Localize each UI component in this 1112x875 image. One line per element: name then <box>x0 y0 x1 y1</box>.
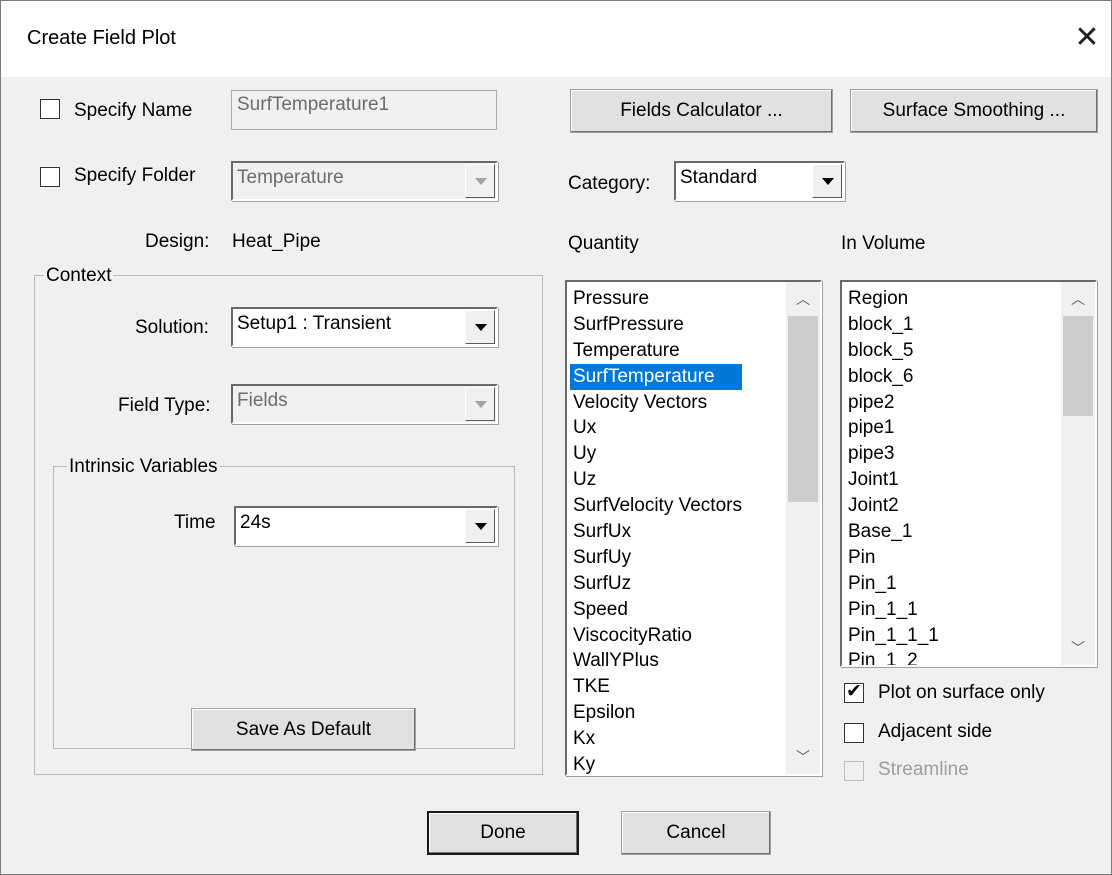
list-item[interactable]: Temperature <box>570 338 742 364</box>
list-item[interactable]: Region <box>845 286 939 312</box>
scroll-down-icon[interactable]: ﹀ <box>1061 635 1095 661</box>
close-icon[interactable]: ✕ <box>1071 19 1103 57</box>
list-item[interactable]: TKE <box>570 674 742 700</box>
chevron-down-icon[interactable] <box>465 387 495 421</box>
solution-label: Solution: <box>135 317 209 338</box>
field-type-select[interactable]: Fields <box>231 384 498 424</box>
list-item[interactable]: block_6 <box>845 364 939 390</box>
quantity-scrollbar[interactable]: ︿ ﹀ <box>786 282 820 774</box>
list-item[interactable]: SurfPressure <box>570 312 742 338</box>
list-item[interactable]: Uz <box>570 467 742 493</box>
chevron-down-icon[interactable] <box>465 164 495 198</box>
scroll-thumb[interactable] <box>1063 316 1093 416</box>
list-item[interactable]: block_5 <box>845 338 939 364</box>
list-item[interactable]: SurfTemperature <box>570 363 742 390</box>
scroll-up-icon[interactable]: ︿ <box>1061 286 1095 312</box>
list-item[interactable]: Base_1 <box>845 519 939 545</box>
list-item[interactable]: Pin_1_2 <box>845 648 939 665</box>
list-item[interactable]: block_1 <box>845 312 939 338</box>
quantity-label: Quantity <box>568 233 639 254</box>
solution-select[interactable]: Setup1 : Transient <box>231 307 498 347</box>
cancel-button[interactable]: Cancel <box>621 811 771 855</box>
plot-name-input[interactable]: SurfTemperature1 <box>231 90 497 130</box>
specify-folder-checkbox[interactable] <box>40 167 60 187</box>
list-item[interactable]: Epsilon <box>570 700 742 726</box>
design-value: Heat_Pipe <box>232 231 321 252</box>
fields-calculator-button[interactable]: Fields Calculator ... <box>570 89 833 133</box>
list-item[interactable]: Pin <box>845 545 939 571</box>
intrinsic-variables-label: Intrinsic Variables <box>67 456 220 478</box>
list-item[interactable]: Kx <box>570 726 742 752</box>
list-item[interactable]: Pin_1_1_1 <box>845 623 939 649</box>
create-field-plot-dialog: Create Field Plot ✕ Specify Name SurfTem… <box>0 0 1112 875</box>
category-label: Category: <box>568 173 651 194</box>
field-type-value: Fields <box>237 390 288 411</box>
list-item[interactable]: WallYPlus <box>570 648 742 674</box>
done-button[interactable]: Done <box>427 811 579 855</box>
time-label: Time <box>174 512 216 533</box>
specify-folder-label: Specify Folder <box>74 165 196 186</box>
list-item[interactable]: Joint2 <box>845 493 939 519</box>
time-select[interactable]: 24s <box>234 506 498 546</box>
in-volume-listbox[interactable]: Region block_1 block_5 block_6 pipe2 pipe1 pip… <box>840 280 1097 667</box>
list-item[interactable]: ViscocityRatio <box>570 623 742 649</box>
list-item[interactable]: Pin_1_1 <box>845 597 939 623</box>
list-item[interactable]: Ux <box>570 415 742 441</box>
adjacent-side-label: Adjacent side <box>878 721 993 742</box>
list-item[interactable]: SurfUz <box>570 571 742 597</box>
list-item[interactable]: Pin_1 <box>845 571 939 597</box>
adjacent-side-checkbox[interactable] <box>844 723 864 743</box>
list-item[interactable]: SurfUx <box>570 519 742 545</box>
folder-select[interactable]: Temperature <box>231 161 498 201</box>
scroll-down-icon[interactable]: ﹀ <box>786 744 820 770</box>
in-volume-label: In Volume <box>841 233 926 254</box>
list-item[interactable]: Ky <box>570 752 742 774</box>
streamline-checkbox[interactable] <box>844 761 864 781</box>
list-item[interactable]: SurfVelocity Vectors <box>570 493 742 519</box>
list-item[interactable]: pipe2 <box>845 390 939 416</box>
solution-value: Setup1 : Transient <box>237 313 392 334</box>
chevron-down-icon[interactable] <box>465 509 495 543</box>
category-value: Standard <box>680 167 758 188</box>
scroll-thumb[interactable] <box>788 316 818 502</box>
quantity-items: Pressure SurfPressure Temperature SurfTempe… <box>570 286 742 774</box>
check-icon: ✔ <box>846 681 862 702</box>
in-volume-scrollbar[interactable]: ︿ ﹀ <box>1061 282 1095 665</box>
streamline-label: Streamline <box>878 759 969 780</box>
plot-on-surface-only-label: Plot on surface only <box>878 682 1045 703</box>
category-select[interactable]: Standard <box>674 161 845 201</box>
plot-on-surface-only-checkbox[interactable]: ✔ <box>844 681 864 703</box>
chevron-down-icon[interactable] <box>465 310 495 344</box>
plot-name-value: SurfTemperature1 <box>237 94 390 115</box>
context-label: Context <box>44 265 114 287</box>
save-as-default-button[interactable]: Save As Default <box>191 708 416 751</box>
list-item[interactable]: pipe3 <box>845 441 939 467</box>
list-item[interactable]: Uy <box>570 441 742 467</box>
list-item[interactable]: Velocity Vectors <box>570 390 742 416</box>
folder-value: Temperature <box>237 167 344 188</box>
list-item[interactable]: Pressure <box>570 286 742 312</box>
chevron-down-icon[interactable] <box>812 164 842 198</box>
design-label: Design: <box>145 231 210 252</box>
list-item[interactable]: SurfUy <box>570 545 742 571</box>
field-type-label: Field Type: <box>118 395 211 416</box>
time-value: 24s <box>240 512 271 533</box>
title-bar[interactable]: Create Field Plot ✕ <box>1 1 1111 77</box>
specify-name-label: Specify Name <box>74 100 193 121</box>
list-item[interactable]: Speed <box>570 597 742 623</box>
in-volume-items: Region block_1 block_5 block_6 pipe2 pipe1 pip… <box>845 286 939 665</box>
surface-smoothing-button[interactable]: Surface Smoothing ... <box>850 89 1098 133</box>
list-item[interactable]: pipe1 <box>845 415 939 441</box>
scroll-up-icon[interactable]: ︿ <box>786 286 820 312</box>
quantity-listbox[interactable]: Pressure SurfPressure Temperature SurfTempe… <box>565 280 822 776</box>
specify-name-checkbox[interactable] <box>40 99 60 119</box>
list-item[interactable]: Joint1 <box>845 467 939 493</box>
dialog-title: Create Field Plot <box>27 27 176 49</box>
